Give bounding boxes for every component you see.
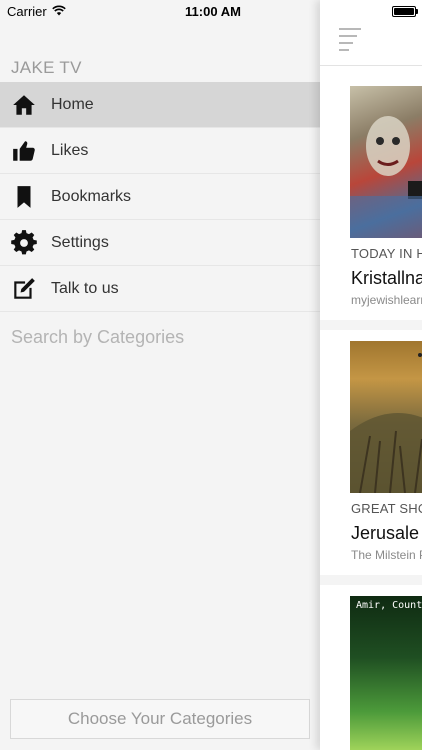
card-divider xyxy=(320,575,422,585)
card-thumbnail[interactable] xyxy=(350,86,422,238)
thumbs-up-icon xyxy=(0,138,51,164)
card-title[interactable]: Kristallna xyxy=(351,268,422,289)
sidebar-item-likes[interactable]: Likes xyxy=(0,128,320,174)
sidebar-item-settings[interactable]: Settings xyxy=(0,220,320,266)
card-category: TODAY IN H xyxy=(351,246,422,261)
bookmark-icon xyxy=(0,184,51,210)
card-title[interactable]: Jerusale xyxy=(351,523,419,544)
sidebar-item-label: Likes xyxy=(51,141,89,159)
sidebar-menu: Home Likes Bookmarks Settings Talk to us xyxy=(0,82,320,312)
battery-tip xyxy=(416,9,418,14)
sidebar: JAKE TV Home Likes Bookmarks Settings Ta… xyxy=(0,0,320,750)
card-source: The Milstein P xyxy=(351,548,422,562)
main-feed-panel: TODAY IN H Kristallna myjewishlearn GREA… xyxy=(320,0,422,750)
card-thumbnail[interactable]: Amir, Counte xyxy=(350,596,422,750)
sidebar-item-label: Bookmarks xyxy=(51,187,132,205)
card-overlay-text: Amir, Counte xyxy=(356,600,422,611)
sidebar-item-label: Talk to us xyxy=(51,279,119,297)
sidebar-item-label: Home xyxy=(51,95,94,113)
home-icon xyxy=(0,92,51,118)
sidebar-item-bookmarks[interactable]: Bookmarks xyxy=(0,174,320,220)
app-title: JAKE TV xyxy=(11,58,82,77)
battery-icon xyxy=(392,6,416,17)
gear-icon xyxy=(0,229,51,256)
menu-icon[interactable] xyxy=(339,28,363,56)
card-source: myjewishlearn xyxy=(351,293,422,307)
card-divider xyxy=(320,320,422,330)
sidebar-item-label: Settings xyxy=(51,233,109,251)
status-bar: Carrier 11:00 AM xyxy=(0,0,422,22)
choose-categories-button[interactable]: Choose Your Categories xyxy=(10,699,310,739)
sidebar-item-home[interactable]: Home xyxy=(0,82,320,128)
clock: 11:00 AM xyxy=(185,4,241,19)
edit-icon xyxy=(0,276,51,302)
search-by-categories-heading: Search by Categories xyxy=(11,327,185,347)
card-category: GREAT SHO xyxy=(351,501,422,516)
card-thumbnail[interactable] xyxy=(350,341,422,493)
sidebar-item-talk-to-us[interactable]: Talk to us xyxy=(0,266,320,312)
